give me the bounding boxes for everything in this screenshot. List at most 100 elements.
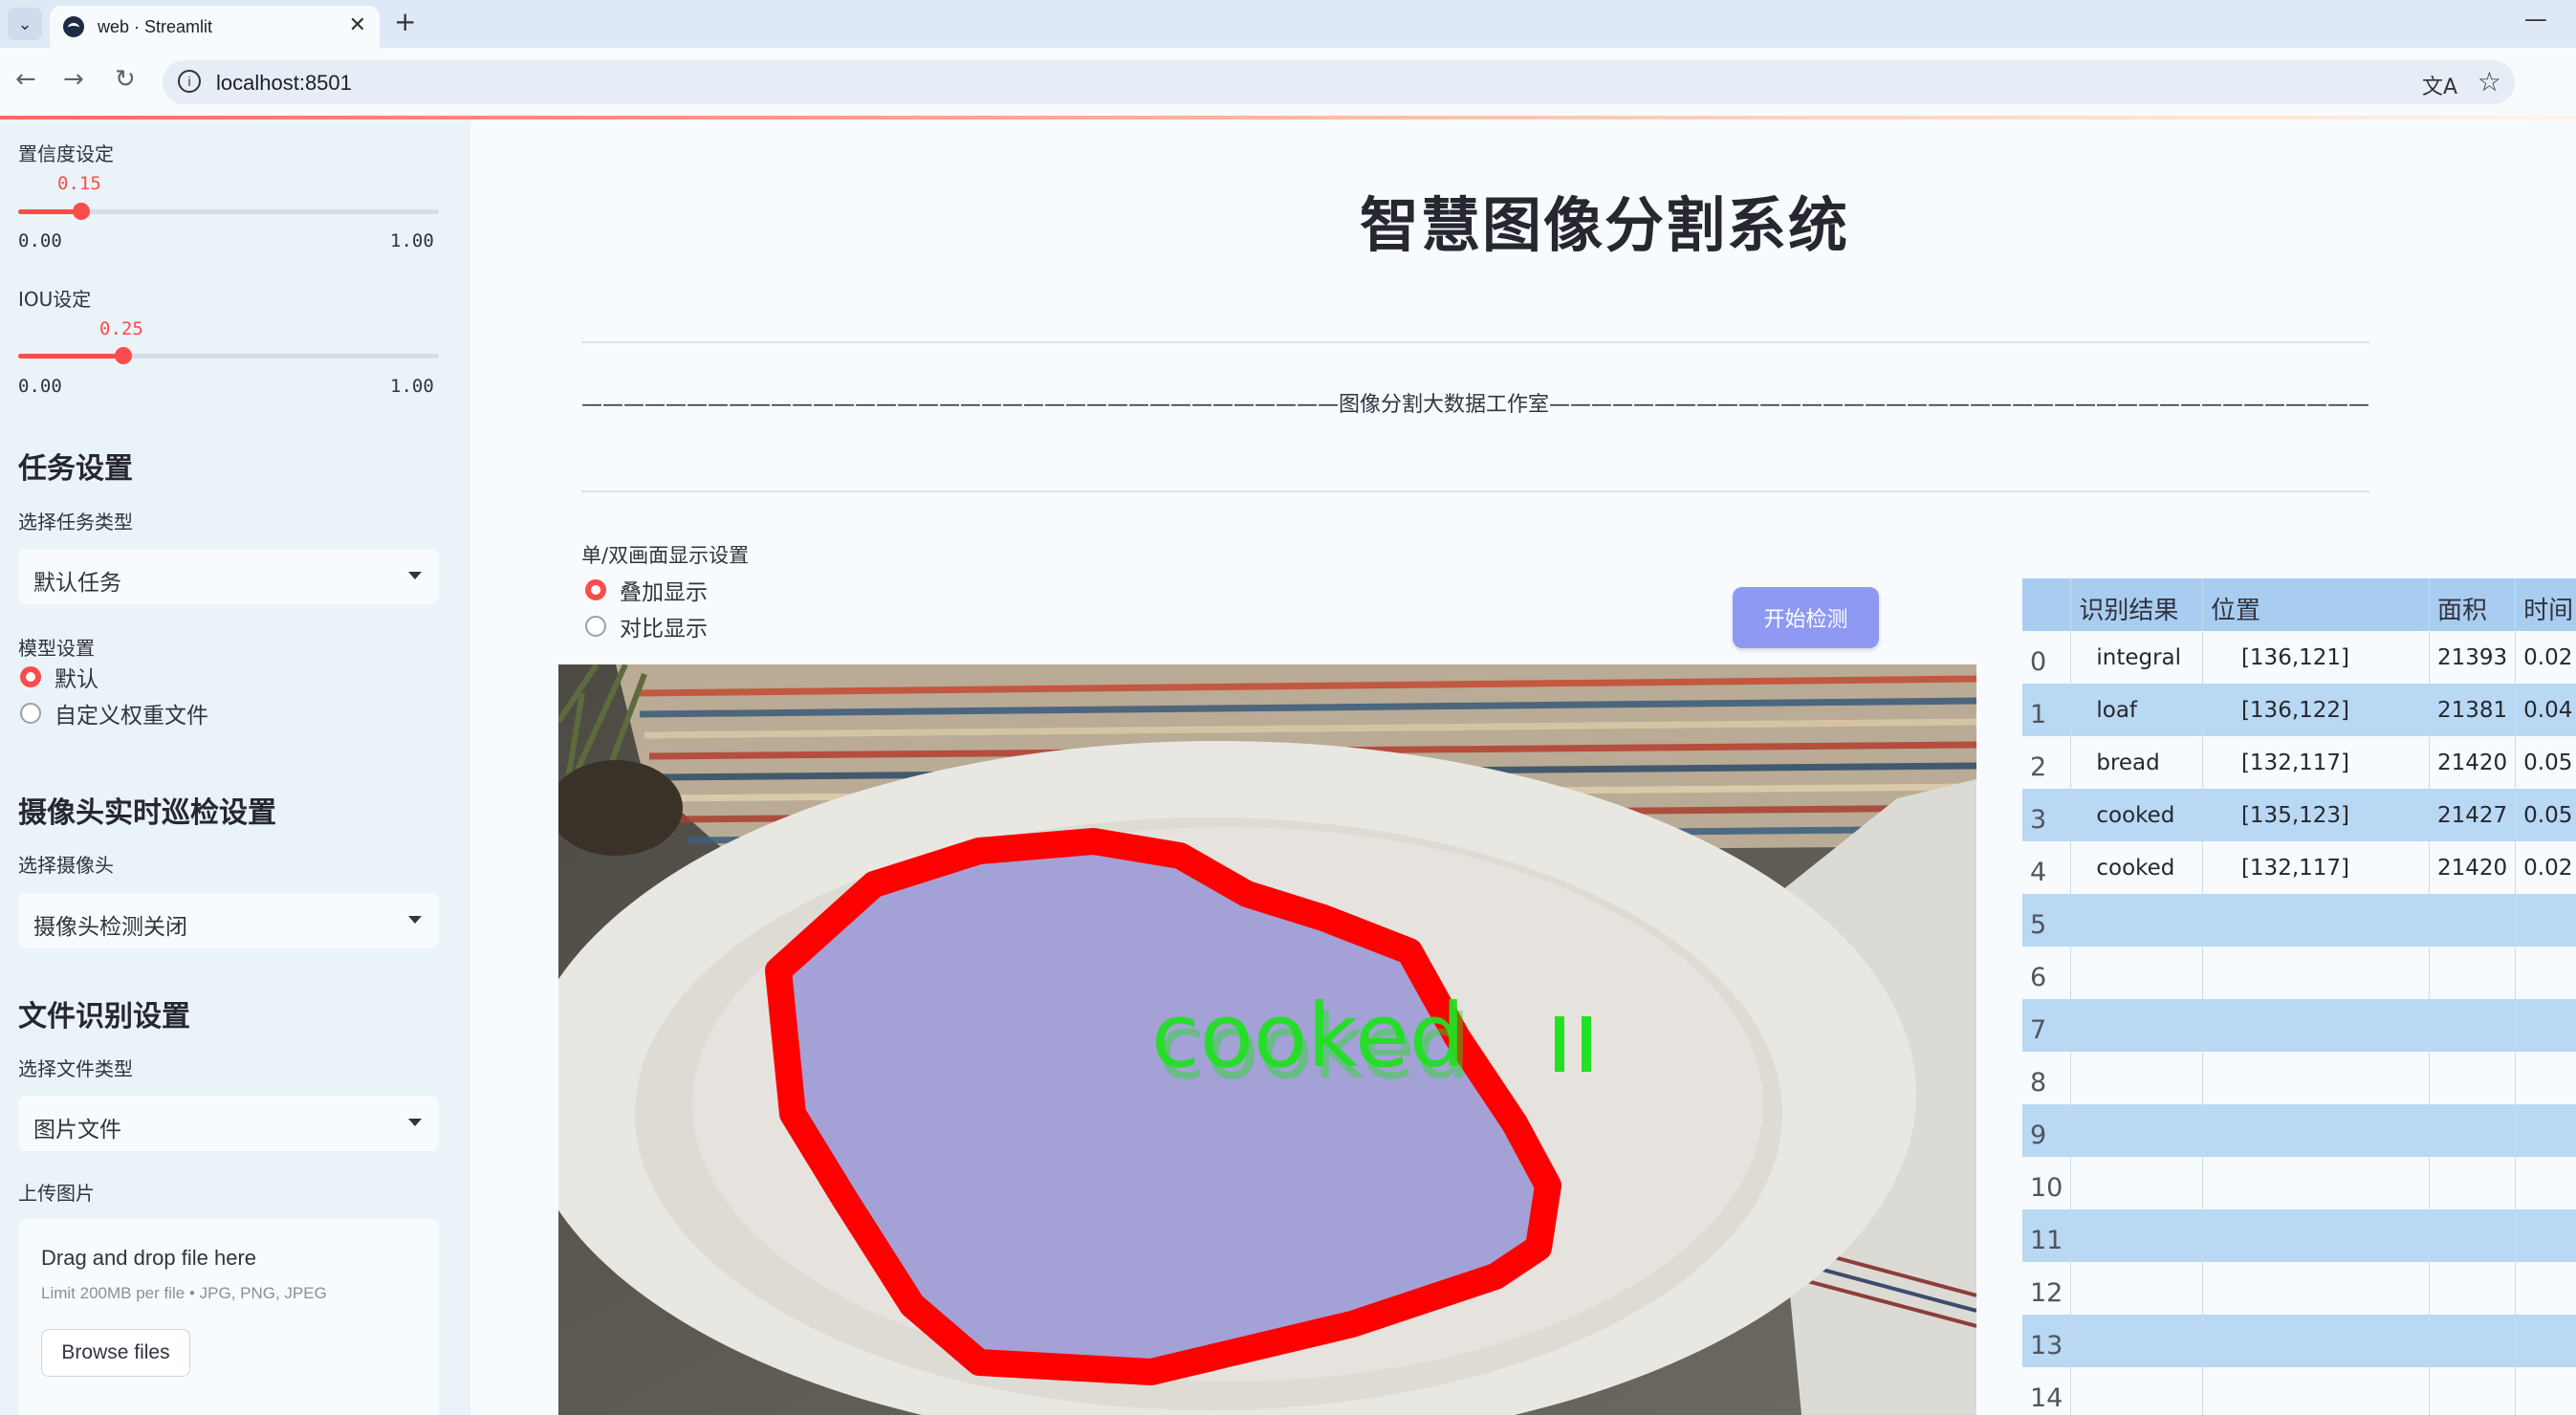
table-row[interactable]: 14 xyxy=(2022,1367,2576,1415)
column-header-area[interactable]: 面积 xyxy=(2429,578,2517,631)
cell-area xyxy=(2429,1104,2517,1157)
cell-result xyxy=(2070,1209,2203,1262)
table-row[interactable]: 7 xyxy=(2022,999,2576,1052)
info-icon[interactable]: i xyxy=(178,70,201,93)
row-index: 13 xyxy=(2022,1315,2072,1367)
overlay-label-bar xyxy=(1582,1016,1591,1072)
results-table-body: 0 integral [136,121] 21393 0.02 1 loaf [136,122… xyxy=(2022,631,2576,1415)
model-option-default[interactable]: 默认 xyxy=(20,663,98,692)
radio-unselected-icon[interactable] xyxy=(585,616,606,637)
cell-area: 21381 xyxy=(2429,684,2517,736)
results-table-container[interactable]: 识别结果 位置 面积 时间 0 integral [136,121] 21393 0.0… xyxy=(2022,578,2576,1415)
star-icon[interactable]: ☆ xyxy=(2478,66,2501,98)
cell-area xyxy=(2429,947,2517,999)
table-row[interactable]: 1 loaf [136,122] 21381 0.04 xyxy=(2022,684,2576,736)
result-image-svg: cooked cooked xyxy=(558,664,1976,1415)
table-row[interactable]: 4 cooked [132,117] 21420 0.02 xyxy=(2022,841,2576,894)
browse-files-button[interactable]: Browse files xyxy=(41,1329,190,1377)
divider-line xyxy=(581,490,2369,492)
segmentation-result-image: cooked cooked xyxy=(558,664,1976,1415)
close-icon[interactable]: ✕ xyxy=(349,13,366,37)
cell-result xyxy=(2070,1262,2203,1315)
row-index: 0 xyxy=(2022,631,2072,684)
row-index: 12 xyxy=(2022,1262,2072,1315)
model-option-custom[interactable]: 自定义权重文件 xyxy=(20,699,208,729)
url-field[interactable]: i localhost:8501 文A ☆ xyxy=(163,60,2515,104)
radio-unselected-icon[interactable] xyxy=(20,703,41,724)
table-row[interactable]: 9 xyxy=(2022,1104,2576,1157)
iou-slider-thumb[interactable] xyxy=(115,347,132,364)
cell-time: 0.02 xyxy=(2515,841,2576,894)
table-row[interactable]: 13 xyxy=(2022,1315,2576,1367)
table-row[interactable]: 8 xyxy=(2022,1052,2576,1104)
cell-time xyxy=(2515,1052,2576,1104)
file-dropzone[interactable]: Drag and drop file here Limit 200MB per … xyxy=(18,1219,439,1415)
table-row[interactable]: 2 bread [132,117] 21420 0.05 xyxy=(2022,736,2576,789)
column-header-result[interactable]: 识别结果 xyxy=(2070,578,2203,631)
column-header-index[interactable] xyxy=(2022,578,2072,631)
radio-selected-icon[interactable] xyxy=(585,579,606,600)
cell-area xyxy=(2429,894,2517,947)
cell-result: loaf xyxy=(2070,684,2203,736)
row-index: 5 xyxy=(2022,894,2072,947)
cell-position xyxy=(2202,1157,2430,1209)
table-row[interactable]: 3 cooked [135,123] 21427 0.05 xyxy=(2022,789,2576,841)
table-row[interactable]: 10 xyxy=(2022,1157,2576,1209)
cell-area: 21427 xyxy=(2429,789,2517,841)
cell-time xyxy=(2515,1157,2576,1209)
column-header-position[interactable]: 位置 xyxy=(2202,578,2430,631)
table-row[interactable]: 12 xyxy=(2022,1262,2576,1315)
row-index: 8 xyxy=(2022,1052,2072,1104)
camera-select[interactable]: 摄像头检测关闭 xyxy=(18,893,439,948)
camera-select-label: 选择摄像头 xyxy=(18,854,114,877)
cell-result xyxy=(2070,1367,2203,1415)
iou-slider[interactable] xyxy=(18,347,439,364)
cell-time xyxy=(2515,1367,2576,1415)
display-option-label: 叠加显示 xyxy=(620,580,708,605)
camera-value: 摄像头检测关闭 xyxy=(33,915,187,940)
overlay-label-shadow: cooked xyxy=(1157,996,1471,1099)
cell-area xyxy=(2429,1209,2517,1262)
cell-position xyxy=(2202,999,2430,1052)
display-option-overlay[interactable]: 叠加显示 xyxy=(585,576,708,605)
table-row[interactable]: 11 xyxy=(2022,1209,2576,1262)
start-detection-button[interactable]: 开始检测 xyxy=(1733,587,1879,648)
arrow-left-icon[interactable]: ← xyxy=(15,65,36,94)
new-tab-icon[interactable]: + xyxy=(394,6,416,37)
iou-value: 0.25 xyxy=(99,318,143,339)
radio-selected-icon[interactable] xyxy=(20,666,41,687)
cell-result xyxy=(2070,1052,2203,1104)
chevron-down-icon xyxy=(408,916,422,924)
cell-result xyxy=(2070,1315,2203,1367)
chevron-down-icon xyxy=(408,572,422,579)
url-text[interactable]: localhost:8501 xyxy=(216,71,352,96)
arrow-right-icon[interactable]: → xyxy=(63,65,84,94)
chevron-down-icon[interactable]: ⌄ xyxy=(8,8,42,40)
confidence-value: 0.15 xyxy=(57,173,101,194)
column-header-time[interactable]: 时间 xyxy=(2515,578,2576,631)
table-row[interactable]: 5 xyxy=(2022,894,2576,947)
reload-icon[interactable]: ↻ xyxy=(115,65,136,94)
tab-title: web · Streamlit xyxy=(98,17,213,36)
task-type-select[interactable]: 默认任务 xyxy=(18,549,439,604)
translate-icon[interactable]: 文A xyxy=(2422,70,2457,100)
cell-time xyxy=(2515,1262,2576,1315)
cell-area xyxy=(2429,1262,2517,1315)
file-type-select[interactable]: 图片文件 xyxy=(18,1096,439,1151)
browser-tab[interactable]: web · Streamlit ✕ xyxy=(50,6,380,48)
upload-label: 上传图片 xyxy=(18,1182,95,1205)
file-type-value: 图片文件 xyxy=(33,1118,121,1143)
confidence-slider[interactable] xyxy=(18,203,439,220)
minimize-icon[interactable]: — xyxy=(2524,6,2547,33)
cell-result: cooked xyxy=(2070,789,2203,841)
confidence-min: 0.00 xyxy=(18,230,62,251)
display-option-compare[interactable]: 对比显示 xyxy=(585,612,708,642)
table-row[interactable]: 0 integral [136,121] 21393 0.02 xyxy=(2022,631,2576,684)
cell-position: [132,117] xyxy=(2202,736,2430,789)
cell-position: [136,121] xyxy=(2202,631,2430,684)
iou-max: 1.00 xyxy=(390,376,434,397)
confidence-slider-thumb[interactable] xyxy=(73,203,90,220)
cell-position xyxy=(2202,1315,2430,1367)
table-row[interactable]: 6 xyxy=(2022,947,2576,999)
file-settings-heading: 文件识别设置 xyxy=(18,1000,190,1034)
